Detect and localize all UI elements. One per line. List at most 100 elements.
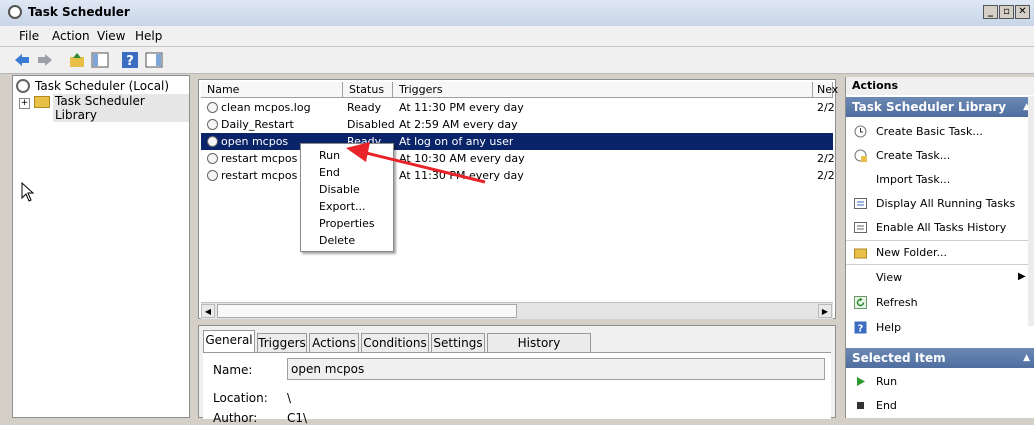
run-icon	[857, 377, 865, 386]
task-next-run: 2/2	[817, 101, 835, 114]
context-menu-properties[interactable]: Properties	[319, 217, 375, 230]
divider	[846, 240, 1034, 241]
window-title: Task Scheduler	[28, 5, 130, 19]
tab-settings[interactable]: Settings	[431, 333, 485, 352]
task-trigger: At 2:59 AM every day	[399, 118, 518, 131]
task-icon	[207, 170, 218, 181]
actions-pane: Actions Task Scheduler Library ▲ Create …	[845, 77, 1034, 418]
tree-item-library[interactable]: Task Scheduler Library	[53, 94, 189, 122]
close-button[interactable]: ✕	[1015, 5, 1030, 19]
back-icon[interactable]	[13, 51, 31, 69]
maximize-button[interactable]: ▫	[999, 5, 1014, 19]
column-header-next-run[interactable]: Nex	[813, 82, 838, 98]
author-value: C1\	[287, 411, 308, 425]
svg-text:?: ?	[126, 54, 134, 69]
table-row[interactable]: clean mcpos.log Ready At 11:30 PM every …	[201, 99, 835, 116]
column-header-triggers[interactable]: Triggers	[393, 82, 813, 98]
task-trigger: At 11:30 PM every day	[399, 101, 524, 114]
svg-text:?: ?	[858, 324, 864, 335]
tab-actions[interactable]: Actions	[309, 333, 359, 352]
help-icon[interactable]: ?	[121, 51, 139, 69]
task-list: Name Status Triggers Nex clean mcpos.log…	[198, 79, 838, 319]
table-row[interactable]: restart mcpos m At 10:30 AM every day 2/…	[201, 150, 835, 167]
submenu-arrow-icon: ▶	[1018, 271, 1026, 282]
tab-conditions[interactable]: Conditions	[361, 333, 429, 352]
task-next-run: 2/2	[817, 152, 835, 165]
toolbar: ?	[0, 47, 1034, 74]
tree-item-root[interactable]: Task Scheduler (Local)	[35, 79, 169, 93]
tab-history[interactable]: History (disabled)	[487, 333, 591, 368]
action-import-task[interactable]: Import Task...	[876, 173, 950, 186]
action-view[interactable]: View	[876, 271, 902, 284]
task-scheduler-icon	[16, 79, 30, 93]
scroll-left-icon[interactable]: ◀	[201, 304, 215, 318]
task-next-run: 2/2	[817, 169, 835, 182]
action-run[interactable]: Run	[876, 375, 897, 388]
create-basic-task-icon	[854, 125, 867, 138]
red-arrow-icon	[346, 142, 486, 184]
action-enable-tasks-history[interactable]: Enable All Tasks History	[876, 221, 1006, 234]
up-folder-icon[interactable]	[68, 51, 86, 69]
scroll-thumb[interactable]	[217, 304, 517, 318]
task-status: Disabled	[347, 118, 395, 131]
name-field[interactable]: open mcpos	[287, 358, 825, 380]
menu-file[interactable]: File	[19, 29, 39, 43]
column-header-status[interactable]: Status	[343, 82, 393, 98]
context-menu-export[interactable]: Export...	[319, 200, 366, 213]
expand-icon[interactable]: +	[19, 98, 30, 109]
collapse-icon[interactable]: ▲	[1023, 348, 1030, 368]
end-icon	[857, 402, 864, 409]
display-running-tasks-icon	[854, 198, 867, 209]
name-label: Name:	[213, 363, 253, 377]
show-hide-action-pane-icon[interactable]	[145, 51, 163, 69]
tab-triggers[interactable]: Triggers	[257, 333, 307, 352]
table-row[interactable]: restart mcpos ni At 11:30 PM every day 2…	[201, 167, 835, 184]
task-name: clean mcpos.log	[221, 101, 311, 114]
task-name: Daily_Restart	[221, 118, 294, 131]
section-title: Task Scheduler Library	[852, 100, 1007, 114]
location-label: Location:	[213, 391, 268, 405]
task-detail-pane: General Triggers Actions Conditions Sett…	[198, 325, 836, 425]
folder-icon	[34, 96, 50, 108]
new-folder-icon	[854, 248, 867, 259]
task-icon	[207, 153, 218, 164]
action-refresh[interactable]: Refresh	[876, 296, 918, 309]
mouse-cursor-icon	[21, 182, 35, 202]
column-header-name[interactable]: Name	[201, 82, 343, 98]
task-icon	[207, 136, 218, 147]
action-end[interactable]: End	[876, 399, 897, 412]
divider	[846, 264, 1034, 265]
console-tree: Task Scheduler (Local) + Task Scheduler …	[12, 75, 190, 418]
action-display-running-tasks[interactable]: Display All Running Tasks	[876, 197, 1015, 210]
table-row[interactable]: Daily_Restart Disabled At 2:59 AM every …	[201, 116, 833, 133]
context-menu-run[interactable]: Run	[319, 149, 340, 162]
task-status: Ready	[347, 101, 382, 114]
action-new-folder[interactable]: New Folder...	[876, 246, 947, 259]
help-icon: ?	[854, 321, 867, 334]
context-menu-delete[interactable]: Delete	[319, 234, 355, 247]
scroll-right-icon[interactable]: ▶	[818, 304, 832, 318]
menu-help[interactable]: Help	[135, 29, 162, 43]
menu-view[interactable]: View	[97, 29, 125, 43]
horizontal-scrollbar[interactable]: ◀ ▶	[201, 302, 833, 319]
show-hide-console-tree-icon[interactable]	[91, 51, 109, 69]
action-create-task[interactable]: Create Task...	[876, 149, 950, 162]
menu-bar: File Action View Help	[0, 26, 1034, 47]
tab-general[interactable]: General	[203, 330, 255, 353]
actions-scrollbar[interactable]	[1028, 96, 1034, 326]
location-value: \	[287, 391, 292, 405]
action-create-basic-task[interactable]: Create Basic Task...	[876, 125, 983, 138]
table-row-selected[interactable]: open mcpos Ready At log on of any user	[201, 133, 833, 150]
action-help[interactable]: Help	[876, 321, 901, 334]
clock-icon	[8, 5, 22, 19]
forward-icon[interactable]	[36, 51, 54, 69]
task-icon	[207, 102, 218, 113]
create-task-icon	[854, 149, 867, 162]
section-task-scheduler-library[interactable]: Task Scheduler Library ▲	[846, 97, 1034, 117]
minimize-button[interactable]: _	[983, 5, 998, 19]
section-selected-item[interactable]: Selected Item ▲	[846, 348, 1034, 368]
section-title: Selected Item	[852, 351, 946, 365]
actions-header: Actions	[846, 77, 1034, 95]
menu-action[interactable]: Action	[52, 29, 90, 43]
context-menu-end[interactable]: End	[319, 166, 340, 179]
